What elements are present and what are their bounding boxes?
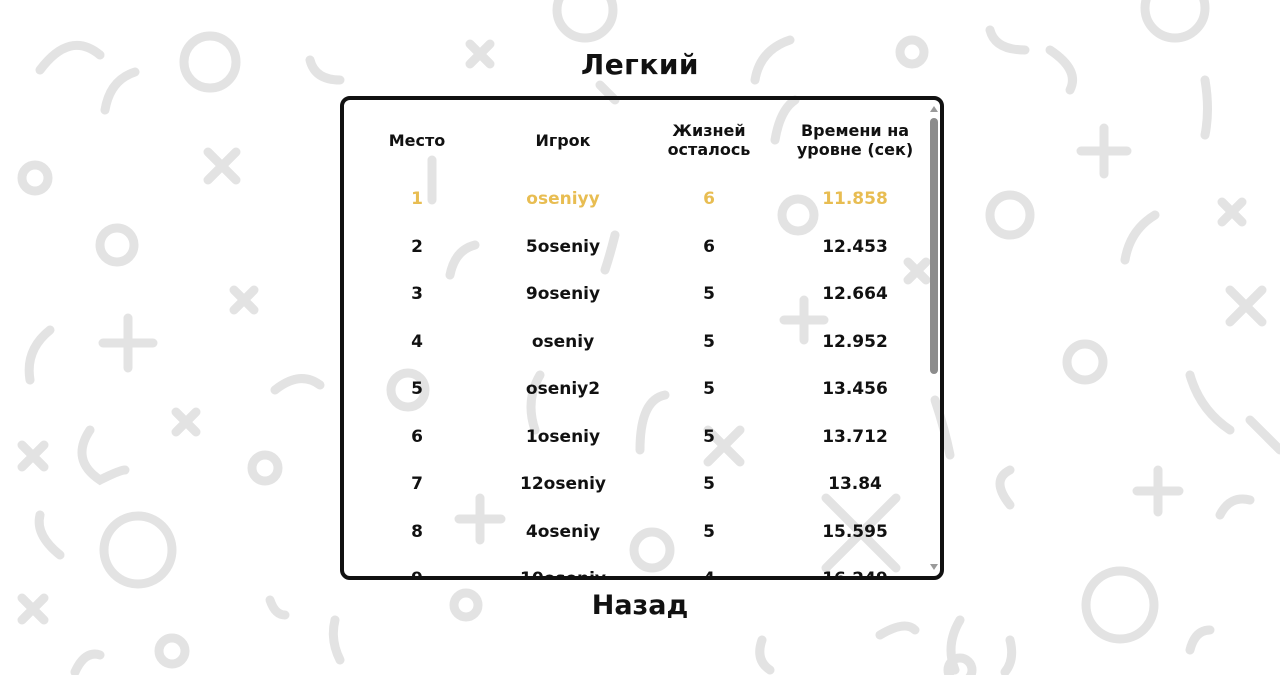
cell-lives: 6 (703, 236, 715, 257)
cell-lives: 5 (703, 379, 715, 400)
leaderboard-panel: Место Игрок Жизней осталось Времени на уро… (340, 96, 944, 580)
table-row: 910oseniy416.249 (344, 556, 928, 576)
leaderboard-table[interactable]: Место Игрок Жизней осталось Времени на уро… (344, 100, 928, 576)
back-button[interactable]: Назад (592, 590, 689, 621)
header-time: Времени на уровне (сек) (796, 121, 914, 159)
page-title: Легкий (580, 48, 700, 81)
cell-place: 9 (344, 570, 490, 576)
table-row: 1 oseniyy 6 11.858 (344, 176, 928, 224)
header-place: Место (388, 130, 446, 150)
scroll-down-arrow-icon[interactable] (930, 564, 938, 570)
scroll-up-arrow-icon[interactable] (930, 106, 938, 112)
table-row: 5 oseniy2 5 13.456 (344, 366, 928, 414)
cell-lives: 5 (703, 284, 715, 305)
cell-time: 13.456 (822, 379, 888, 400)
scroll-thumb[interactable] (930, 118, 938, 374)
cell-lives: 6 (703, 189, 715, 210)
cell-player: 12oseniy (520, 474, 606, 495)
table-row: 7 12oseniy 5 13.84 (344, 461, 928, 509)
cell-time: 15.595 (822, 521, 888, 542)
table-row: 6 1oseniy 5 13.712 (344, 414, 928, 462)
cell-lives: 5 (703, 521, 715, 542)
cell-player: oseniy (531, 331, 595, 352)
header-lives: Жизней осталось (667, 121, 751, 159)
cell-player: 5oseniy (525, 236, 601, 257)
table-header: Место Игрок Жизней осталось Времени на уро… (344, 100, 928, 176)
cell-player: 1oseniy (525, 426, 601, 447)
cell-lives: 5 (703, 331, 715, 352)
cell-time: 16.249 (782, 570, 928, 576)
cell-place: 7 (411, 474, 423, 495)
cell-place: 8 (411, 521, 423, 542)
table-row: 4 oseniy 5 12.952 (344, 319, 928, 367)
cell-player: 9oseniy (525, 284, 601, 305)
cell-place: 2 (411, 236, 423, 257)
cell-lives: 5 (703, 474, 715, 495)
cell-place: 4 (411, 331, 423, 352)
table-body: 1 oseniyy 6 11.858 2 5oseniy 6 12.453 3 9oseniy 5 1… (344, 176, 928, 576)
scrollbar[interactable] (928, 100, 940, 576)
table-row: 2 5oseniy 6 12.453 (344, 224, 928, 272)
cell-lives: 4 (636, 570, 782, 576)
cell-time: 12.453 (822, 236, 888, 257)
cell-time: 11.858 (822, 189, 888, 210)
cell-time: 12.664 (822, 284, 888, 305)
cell-place: 5 (411, 379, 423, 400)
cell-time: 13.84 (828, 474, 882, 495)
cell-lives: 5 (703, 426, 715, 447)
cell-player: 4oseniy (525, 521, 601, 542)
table-row: 8 4oseniy 5 15.595 (344, 509, 928, 557)
cell-time: 13.712 (822, 426, 888, 447)
cell-player: 10oseniy (490, 570, 636, 576)
header-player: Игрок (535, 130, 591, 150)
cell-place: 1 (411, 189, 423, 210)
cell-player: oseniyy (526, 189, 600, 210)
cell-time: 12.952 (822, 331, 888, 352)
table-row: 3 9oseniy 5 12.664 (344, 271, 928, 319)
cell-player: oseniy2 (525, 379, 601, 400)
cell-place: 3 (411, 284, 423, 305)
cell-place: 6 (411, 426, 423, 447)
